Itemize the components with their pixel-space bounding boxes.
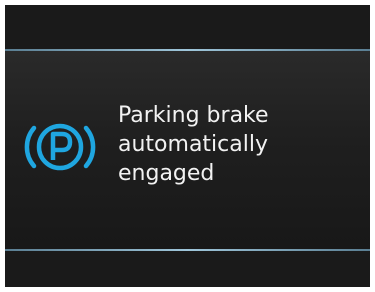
top-band bbox=[5, 5, 370, 49]
alert-message-line-3: engaged bbox=[118, 161, 215, 186]
alert-message-line-2: automatically bbox=[118, 132, 268, 157]
alert-message: Parking brake automatically engaged bbox=[118, 101, 358, 188]
alert-message-line-1: Parking brake bbox=[118, 103, 269, 128]
bottom-band bbox=[5, 251, 370, 287]
parking-brake-icon bbox=[24, 123, 96, 171]
cluster-display: Parking brake automatically engaged bbox=[5, 5, 370, 287]
